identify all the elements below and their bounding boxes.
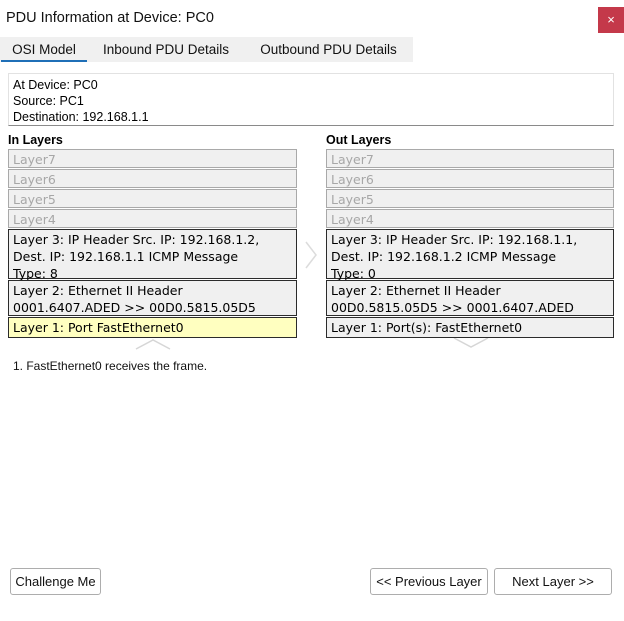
out-layer-3-line-2: Dest. IP: 192.168.1.2 ICMP Message: [331, 249, 557, 264]
in-layer-5[interactable]: Layer5: [8, 189, 297, 208]
out-layer-3-line-1: Layer 3: IP Header Src. IP: 192.168.1.1,: [331, 232, 578, 247]
out-layer-3[interactable]: Layer 3: IP Header Src. IP: 192.168.1.1,…: [326, 229, 614, 281]
device-info-box: At Device: PC0 Source: PC1 Destination: …: [8, 73, 614, 126]
out-layer-2-line-1: Layer 2: Ethernet II Header: [331, 283, 501, 298]
out-layer-5[interactable]: Layer5: [326, 189, 614, 208]
in-layer-2[interactable]: Layer 2: Ethernet II Header 0001.6407.AD…: [8, 280, 297, 316]
in-layer-3-line-2: Dest. IP: 192.168.1.1 ICMP Message: [13, 249, 239, 264]
tab-bar: OSI Model Inbound PDU Details Outbound P…: [0, 37, 624, 62]
tab-bar-filler: [413, 37, 624, 62]
tab-inbound-pdu-details[interactable]: Inbound PDU Details: [90, 37, 242, 62]
in-layer-7[interactable]: Layer7: [8, 149, 297, 168]
source-label: Source: PC1: [13, 94, 84, 108]
challenge-me-button[interactable]: Challenge Me: [10, 568, 101, 595]
out-layer-1[interactable]: Layer 1: Port(s): FastEthernet0: [326, 317, 614, 338]
previous-layer-button[interactable]: << Previous Layer: [370, 568, 488, 595]
in-layers-header: In Layers: [8, 133, 63, 147]
close-button[interactable]: ×: [598, 7, 624, 33]
destination-label: Destination: 192.168.1.1: [13, 110, 149, 124]
tab-osi-model[interactable]: OSI Model: [1, 37, 87, 62]
layer-description: 1. FastEthernet0 receives the frame.: [13, 359, 208, 373]
title-bar: PDU Information at Device: PC0 ×: [0, 0, 624, 36]
at-device-label: At Device: PC0: [13, 78, 98, 92]
out-layer-7[interactable]: Layer7: [326, 149, 614, 168]
out-layer-6[interactable]: Layer6: [326, 169, 614, 188]
in-layer-2-line-2: 0001.6407.ADED >> 00D0.5815.05D5: [13, 300, 256, 315]
in-layer-4[interactable]: Layer4: [8, 209, 297, 228]
out-layer-2-line-2: 00D0.5815.05D5 >> 0001.6407.ADED: [331, 300, 574, 315]
in-layer-1[interactable]: Layer 1: Port FastEthernet0: [8, 317, 297, 338]
close-icon: ×: [607, 12, 615, 27]
arrow-up-icon: [135, 339, 171, 350]
in-layer-6[interactable]: Layer6: [8, 169, 297, 188]
out-layers-header: Out Layers: [326, 133, 392, 147]
in-layer-3-line-1: Layer 3: IP Header Src. IP: 192.168.1.2,: [13, 232, 260, 247]
in-layer-2-line-1: Layer 2: Ethernet II Header: [13, 283, 183, 298]
next-layer-button[interactable]: Next Layer >>: [494, 568, 612, 595]
arrow-right-icon: [305, 241, 317, 269]
out-layer-4[interactable]: Layer4: [326, 209, 614, 228]
window-title: PDU Information at Device: PC0: [6, 10, 214, 26]
arrow-down-icon: [453, 337, 489, 348]
tab-outbound-pdu-details[interactable]: Outbound PDU Details: [246, 37, 411, 62]
in-layer-3[interactable]: Layer 3: IP Header Src. IP: 192.168.1.2,…: [8, 229, 297, 281]
out-layer-2[interactable]: Layer 2: Ethernet II Header 00D0.5815.05…: [326, 280, 614, 316]
